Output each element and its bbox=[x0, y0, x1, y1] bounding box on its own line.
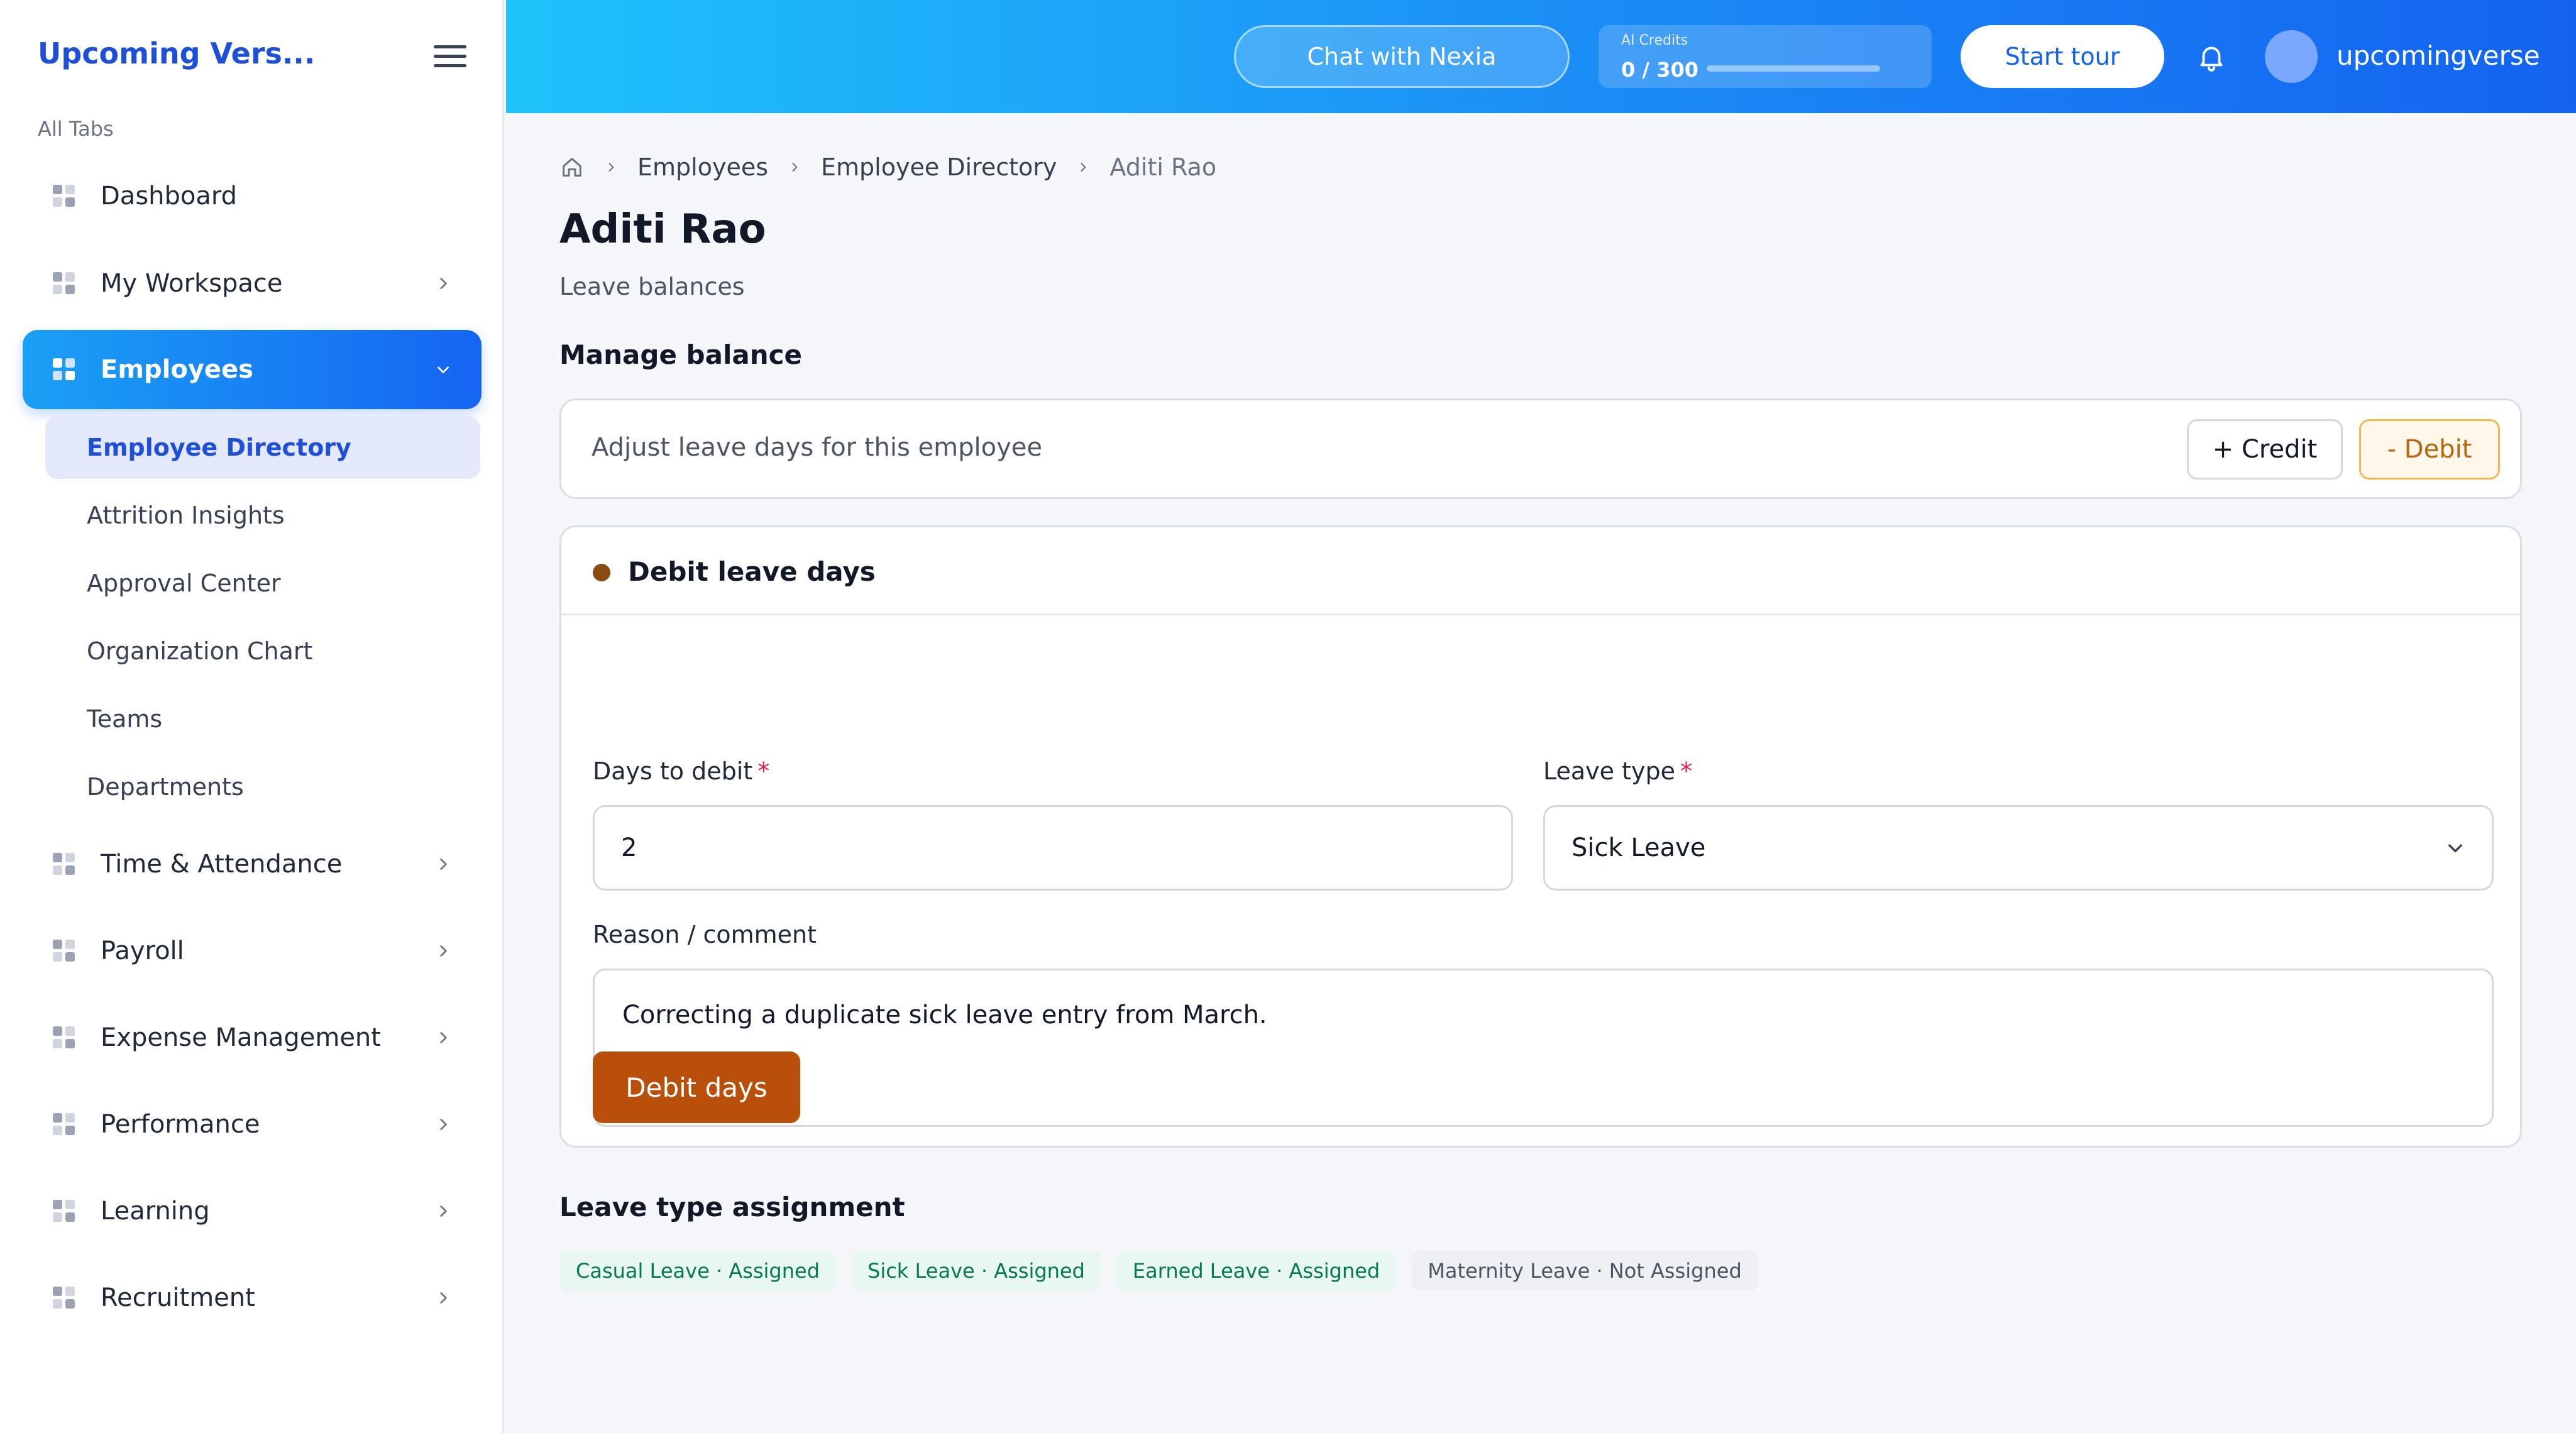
leave-type-selected-value: Sick Leave bbox=[1571, 833, 1706, 862]
chevron-right-icon bbox=[792, 163, 798, 172]
sidebar-item-my-workspace[interactable]: My Workspace bbox=[23, 244, 482, 323]
status-dot bbox=[593, 564, 610, 581]
sidebar-subitem-label: Teams bbox=[87, 705, 163, 733]
chevron-right-icon bbox=[440, 278, 447, 289]
sidebar-item-recruitment[interactable]: Recruitment bbox=[23, 1258, 482, 1337]
grid-icon bbox=[53, 1026, 75, 1049]
sidebar-item-employees[interactable]: Employees bbox=[23, 330, 482, 409]
ai-credits-widget[interactable]: AI Credits 0 / 300 bbox=[1599, 25, 1932, 88]
adjust-balance-card: Adjust leave days for this employee + Cr… bbox=[559, 398, 2522, 499]
debit-days-button[interactable]: Debit days bbox=[593, 1051, 800, 1123]
ai-credits-progress bbox=[1707, 65, 1880, 72]
chevron-right-icon bbox=[440, 945, 447, 957]
sidebar-subitem-label: Attrition Insights bbox=[87, 502, 285, 529]
grid-icon bbox=[53, 1287, 75, 1309]
bell-icon[interactable] bbox=[2196, 40, 2227, 74]
chevron-right-icon bbox=[440, 1119, 447, 1130]
reason-label: Reason / comment bbox=[593, 921, 817, 948]
leave-type-label: Leave type * bbox=[1543, 757, 1692, 785]
sidebar: Upcoming Vers... All Tabs Dashboard My W… bbox=[0, 0, 504, 1433]
sidebar-subitem-label: Departments bbox=[87, 773, 244, 801]
chevron-down-icon bbox=[438, 366, 449, 373]
days-to-debit-input[interactable]: 2 bbox=[593, 805, 1513, 891]
sidebar-item-label: Employees bbox=[101, 355, 253, 384]
sidebar-item-performance[interactable]: Performance bbox=[23, 1085, 482, 1164]
grid-icon bbox=[53, 185, 75, 207]
grid-icon bbox=[53, 358, 75, 381]
leave-assignment-chips: Casual Leave · Assigned Sick Leave · Ass… bbox=[559, 1251, 1758, 1291]
grid-icon bbox=[53, 1113, 75, 1136]
credit-button[interactable]: + Credit bbox=[2187, 419, 2343, 480]
breadcrumb-current: Aditi Rao bbox=[1109, 153, 1217, 181]
chevron-right-icon bbox=[440, 1292, 447, 1304]
sidebar-item-label: Dashboard bbox=[101, 182, 238, 211]
chevron-right-icon bbox=[440, 1032, 447, 1043]
ai-credits-value: 0 / 300 bbox=[1621, 58, 1699, 82]
brand-title[interactable]: Upcoming Vers... bbox=[38, 36, 315, 70]
required-mark: * bbox=[1680, 757, 1693, 785]
avatar[interactable] bbox=[2265, 30, 2318, 83]
sidebar-subitem-departments[interactable]: Departments bbox=[45, 755, 480, 818]
sidebar-item-time-attendance[interactable]: Time & Attendance bbox=[23, 825, 482, 904]
sidebar-item-expense-management[interactable]: Expense Management bbox=[23, 998, 482, 1077]
sidebar-subitem-label: Approval Center bbox=[87, 569, 281, 597]
chat-with-nexia-button[interactable]: Chat with Nexia bbox=[1234, 25, 1570, 88]
sidebar-item-learning[interactable]: Learning bbox=[23, 1172, 482, 1251]
sidebar-item-label: Payroll bbox=[101, 936, 184, 965]
leave-type-select[interactable]: Sick Leave bbox=[1543, 805, 2494, 891]
status-badge-earned-leave: Earned Leave · Assigned bbox=[1116, 1251, 1397, 1291]
breadcrumb-employees[interactable]: Employees bbox=[637, 153, 768, 181]
top-bar: Chat with Nexia AI Credits 0 / 300 Start… bbox=[506, 0, 2576, 113]
leave-type-assignment-title: Leave type assignment bbox=[559, 1192, 905, 1222]
sidebar-item-label: Performance bbox=[101, 1110, 260, 1139]
start-tour-button[interactable]: Start tour bbox=[1961, 25, 2164, 88]
debit-form-header: Debit leave days bbox=[561, 527, 2520, 615]
chevron-right-icon bbox=[608, 163, 614, 172]
sidebar-subitem-employee-directory[interactable]: Employee Directory bbox=[45, 416, 480, 479]
days-to-debit-label-text: Days to debit bbox=[593, 757, 753, 785]
required-mark: * bbox=[757, 757, 770, 785]
sidebar-item-label: Recruitment bbox=[101, 1283, 255, 1312]
breadcrumb: Employees Employee Directory Aditi Rao bbox=[559, 148, 1216, 186]
breadcrumb-employee-directory[interactable]: Employee Directory bbox=[821, 153, 1057, 181]
sidebar-item-label: Time & Attendance bbox=[101, 850, 343, 879]
status-badge-casual-leave: Casual Leave · Assigned bbox=[559, 1251, 836, 1291]
grid-icon bbox=[53, 940, 75, 962]
sidebar-subitem-label: Employee Directory bbox=[87, 434, 351, 461]
sidebar-subitem-approval-center[interactable]: Approval Center bbox=[45, 552, 480, 615]
adjust-balance-text: Adjust leave days for this employee bbox=[592, 433, 1042, 462]
sidebar-subitem-teams[interactable]: Teams bbox=[45, 688, 480, 750]
chevron-right-icon bbox=[440, 1205, 447, 1217]
grid-icon bbox=[53, 1200, 75, 1222]
sidebar-subitem-label: Organization Chart bbox=[87, 637, 313, 665]
sidebar-item-payroll[interactable]: Payroll bbox=[23, 911, 482, 991]
debit-button[interactable]: - Debit bbox=[2359, 419, 2500, 480]
grid-icon bbox=[53, 272, 75, 295]
ai-credits-caption: AI Credits bbox=[1621, 33, 1688, 48]
status-badge-maternity-leave: Maternity Leave · Not Assigned bbox=[1411, 1251, 1758, 1291]
hamburger-icon[interactable] bbox=[434, 45, 466, 70]
page-subtitle: Leave balances bbox=[559, 273, 745, 300]
sidebar-subitem-organization-chart[interactable]: Organization Chart bbox=[45, 620, 480, 683]
chevron-down-icon bbox=[2448, 844, 2462, 852]
debit-form-card: Debit leave days Days to debit * 2 Leave … bbox=[559, 525, 2522, 1148]
grid-icon bbox=[53, 853, 75, 876]
chevron-right-icon bbox=[1081, 163, 1086, 172]
status-badge-sick-leave: Sick Leave · Assigned bbox=[851, 1251, 1101, 1291]
chevron-right-icon bbox=[440, 859, 447, 870]
all-tabs-label: All Tabs bbox=[38, 117, 114, 141]
debit-form-title: Debit leave days bbox=[628, 556, 876, 587]
days-to-debit-label: Days to debit * bbox=[593, 757, 769, 785]
page-title: Aditi Rao bbox=[559, 206, 766, 253]
sidebar-item-label: Learning bbox=[101, 1197, 210, 1226]
sidebar-item-dashboard[interactable]: Dashboard bbox=[23, 156, 482, 236]
leave-type-label-text: Leave type bbox=[1543, 757, 1676, 785]
sidebar-item-label: Expense Management bbox=[101, 1023, 381, 1052]
manage-balance-title: Manage balance bbox=[559, 339, 802, 370]
home-icon[interactable] bbox=[559, 155, 585, 180]
username[interactable]: upcomingverse bbox=[2337, 40, 2540, 71]
reason-textarea[interactable]: Correcting a duplicate sick leave entry … bbox=[593, 969, 2494, 1127]
sidebar-subitem-attrition-insights[interactable]: Attrition Insights bbox=[45, 484, 480, 547]
sidebar-item-label: My Workspace bbox=[101, 269, 283, 298]
